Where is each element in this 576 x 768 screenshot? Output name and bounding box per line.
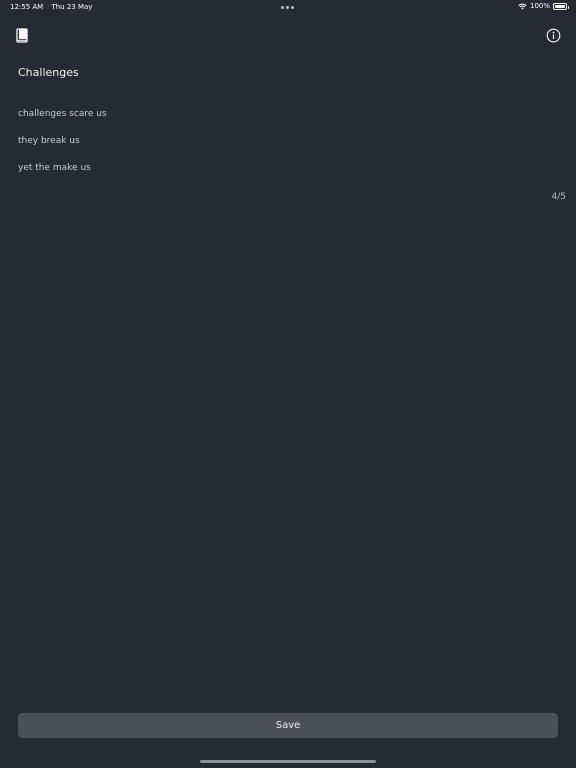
- page-title: Challenges: [18, 66, 79, 79]
- save-button[interactable]: Save: [18, 713, 558, 738]
- battery-icon: [553, 2, 569, 10]
- text-line: yet the make us: [18, 163, 91, 173]
- status-time: 12:55 AM: [10, 3, 44, 11]
- home-indicator[interactable]: [200, 760, 376, 763]
- status-date: Thu 23 May: [51, 3, 93, 11]
- page-counter: 4/5: [551, 192, 566, 202]
- text-line: challenges scare us: [18, 109, 107, 119]
- status-right-group: 100%: [518, 2, 569, 10]
- text-lines: challenges scare us they break us yet th…: [18, 108, 107, 189]
- text-line: they break us: [18, 136, 80, 146]
- info-icon[interactable]: [546, 28, 561, 43]
- app-screen: 12:55 AM Thu 23 May 100% Challenges chal…: [0, 0, 576, 768]
- multitasking-dots-icon[interactable]: [281, 6, 294, 9]
- status-bar: 12:55 AM Thu 23 May 100%: [0, 0, 576, 14]
- battery-fill: [555, 4, 565, 8]
- status-time-date: 12:55 AM Thu 23 May: [10, 3, 98, 11]
- book-icon[interactable]: [15, 28, 29, 43]
- battery-percent: 100%: [529, 2, 550, 10]
- wifi-icon: [518, 3, 527, 10]
